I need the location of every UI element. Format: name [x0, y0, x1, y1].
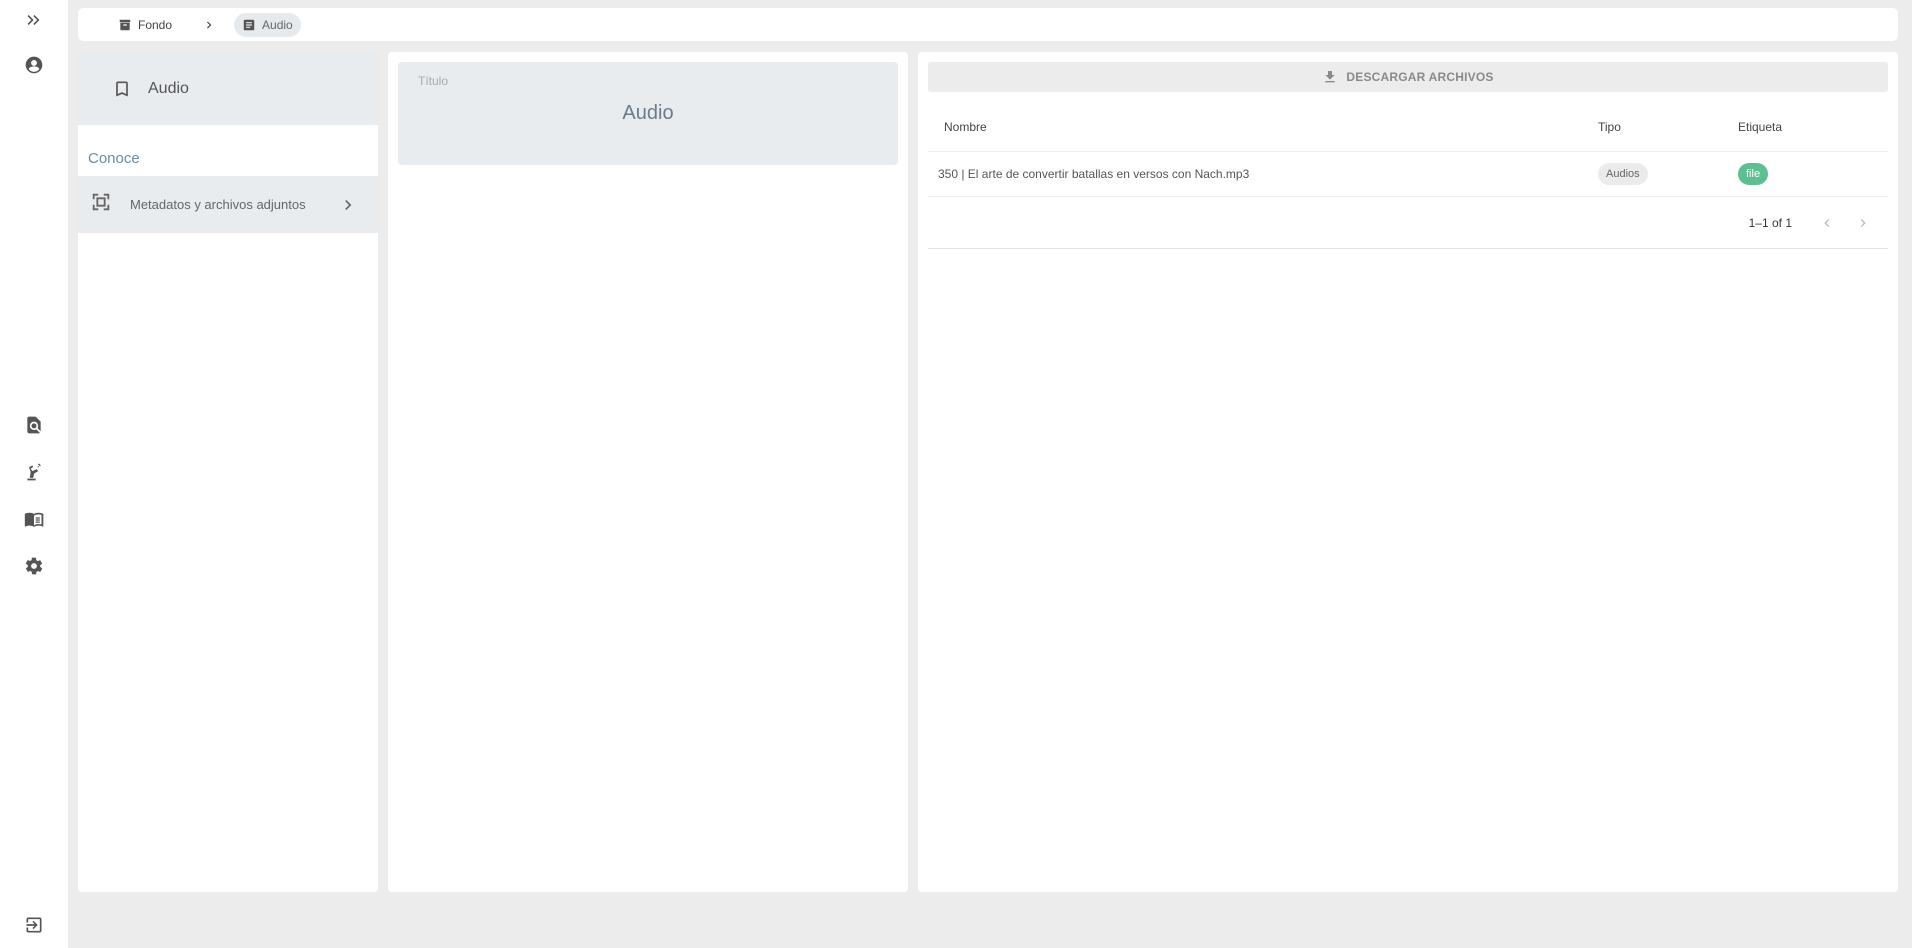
- breadcrumb-label: Fondo: [138, 17, 173, 32]
- column-header-tag[interactable]: Etiqueta: [1738, 120, 1888, 134]
- search-document-icon[interactable]: [19, 410, 49, 440]
- table-header: Nombre Tipo Etiqueta: [928, 102, 1888, 152]
- download-files-label: DESCARGAR ARCHIVOS: [1346, 70, 1494, 84]
- title-field: Título Audio: [398, 62, 898, 165]
- document-icon: [243, 19, 255, 30]
- archive-icon: [119, 19, 131, 30]
- logout-icon[interactable]: [19, 910, 49, 940]
- type-chip: Audios: [1598, 163, 1648, 185]
- column-header-name[interactable]: Nombre: [928, 120, 1598, 134]
- breadcrumb-label: Audio: [262, 17, 293, 32]
- nav-section-title: Conoce: [88, 150, 140, 167]
- files-table: Nombre Tipo Etiqueta 350 | El arte de co…: [928, 102, 1888, 249]
- download-icon: [1325, 71, 1336, 83]
- nav-item-metadatos[interactable]: Metadatos y archivos adjuntos: [78, 176, 378, 233]
- pagination-count: 1–1 of 1: [1748, 215, 1792, 230]
- gear-icon[interactable]: [19, 551, 49, 581]
- chevron-right-icon: [1860, 218, 1866, 227]
- breadcrumb-item-fondo[interactable]: Fondo: [110, 13, 180, 37]
- title-panel: Título Audio: [388, 52, 908, 892]
- bookmark-icon: [116, 81, 128, 96]
- next-page-button[interactable]: [1852, 212, 1874, 234]
- table-row[interactable]: 350 | El arte de convertir batallas en v…: [928, 152, 1888, 197]
- chevron-right-icon: [202, 18, 216, 32]
- expand-icon[interactable]: [19, 5, 49, 35]
- tag-chip: file: [1738, 163, 1769, 185]
- nav-item-label: Metadatos y archivos adjuntos: [130, 197, 306, 212]
- robot-arm-icon[interactable]: [19, 457, 49, 487]
- nav-panel: Audio Conoce Metadatos y archivos adjunt…: [78, 52, 378, 892]
- chevron-left-icon: [1824, 218, 1830, 227]
- download-files-button[interactable]: DESCARGAR ARCHIVOS: [928, 62, 1888, 92]
- column-header-type[interactable]: Tipo: [1598, 120, 1738, 134]
- file-name[interactable]: 350 | El arte de convertir batallas en v…: [928, 167, 1598, 181]
- files-panel: DESCARGAR ARCHIVOS Nombre Tipo Etiqueta …: [918, 52, 1898, 892]
- pagination: 1–1 of 1: [928, 197, 1888, 249]
- chevron-right-icon: [338, 195, 358, 215]
- title-field-label: Título: [418, 74, 449, 88]
- account-icon[interactable]: [19, 50, 49, 80]
- nav-header: Audio: [78, 52, 378, 125]
- book-icon[interactable]: [19, 504, 49, 534]
- title-field-value: Audio: [622, 102, 674, 124]
- nav-header-title: Audio: [148, 79, 189, 97]
- breadcrumb: Fondo Audio: [78, 8, 1898, 41]
- breadcrumb-item-audio[interactable]: Audio: [234, 12, 301, 37]
- left-rail: [0, 0, 68, 948]
- previous-page-button[interactable]: [1816, 212, 1838, 234]
- scan-frame-icon: [90, 191, 112, 218]
